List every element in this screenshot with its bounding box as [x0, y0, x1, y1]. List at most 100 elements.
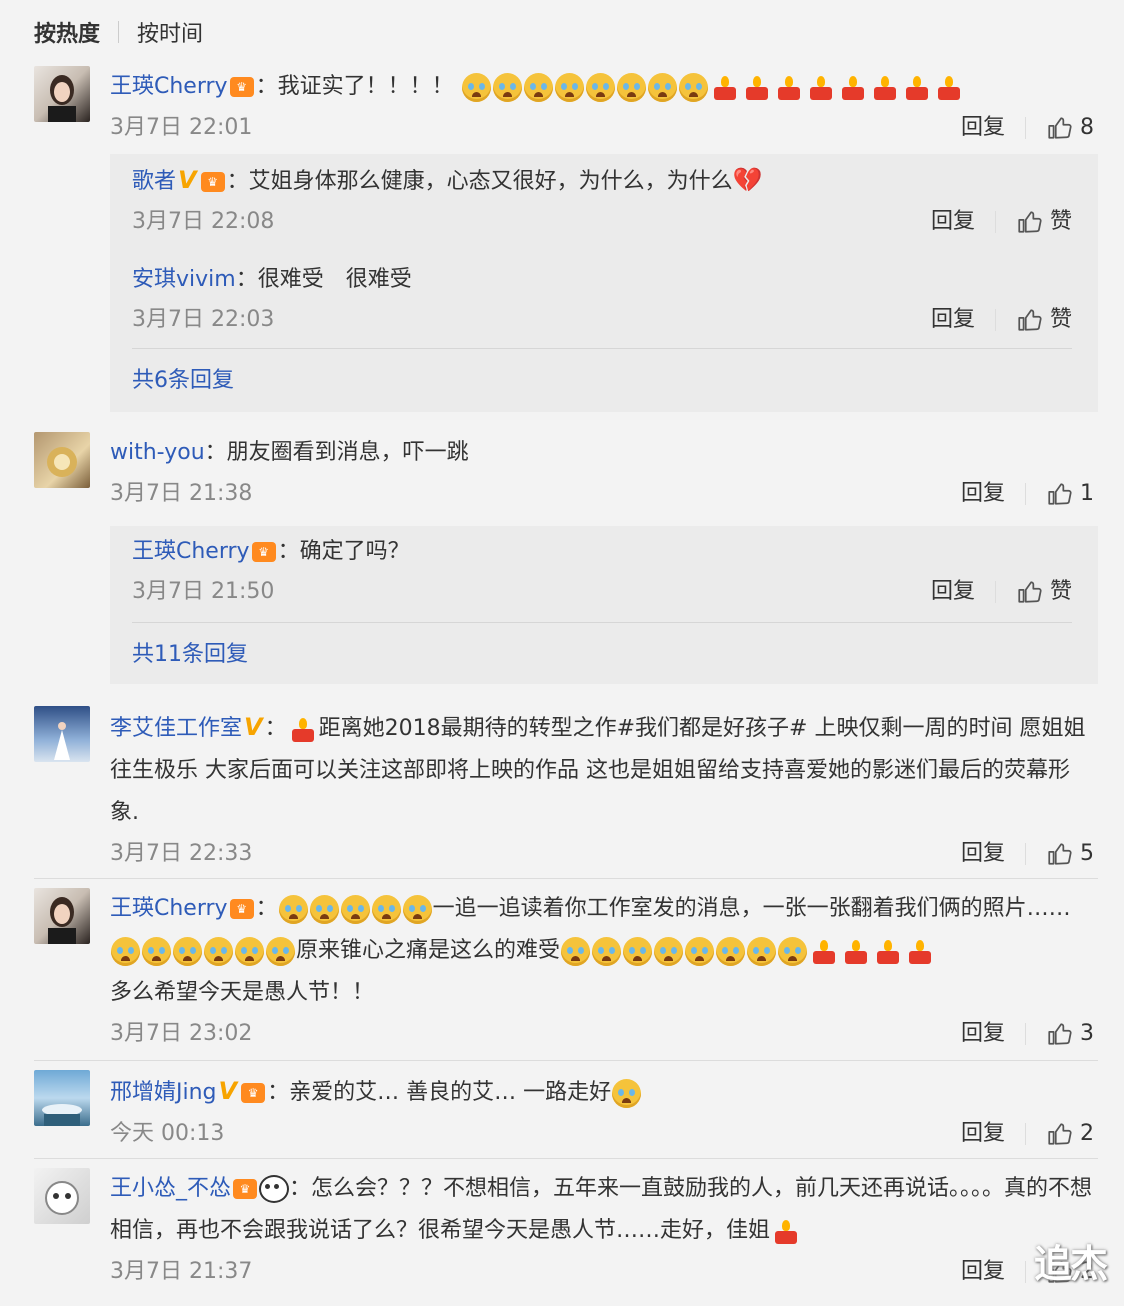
- username[interactable]: 邢增婧Jing: [110, 1080, 217, 1105]
- candle-icon: [903, 73, 931, 101]
- comment-content: ：怎么会？？？不想相信，五年来一直鼓励我的人，前几天还再说话。。。。真的不想相信…: [110, 1176, 1093, 1243]
- avatar[interactable]: [34, 432, 90, 488]
- like-button[interactable]: 2: [1046, 1114, 1094, 1154]
- like-button[interactable]: 1: [1046, 474, 1094, 514]
- crying-emoji-icon: [716, 936, 746, 966]
- thumbs-up-icon: [1048, 483, 1072, 505]
- username[interactable]: with-you: [110, 440, 205, 465]
- comment-actions: 回复 2: [961, 1114, 1094, 1154]
- comment-actions: 回复 8: [961, 108, 1094, 148]
- thumbs-up-icon: [1018, 211, 1042, 233]
- like-button[interactable]: 8: [1046, 108, 1094, 148]
- action-separator: [1025, 483, 1026, 505]
- action-separator: [1025, 117, 1026, 139]
- comment-divider: [34, 1158, 1098, 1159]
- timestamp: 今天 00:13: [110, 1121, 225, 1146]
- reply-button[interactable]: 回复: [961, 108, 1005, 148]
- username[interactable]: 李艾佳工作室: [110, 716, 242, 741]
- sort-bar: 按热度 按时间: [34, 14, 203, 50]
- timestamp: 3月7日 22:33: [110, 841, 253, 866]
- candle-icon: [289, 715, 317, 743]
- member-crown-icon: ♛: [233, 1179, 258, 1199]
- avatar[interactable]: [34, 66, 90, 122]
- username[interactable]: 王瑛Cherry: [110, 74, 228, 99]
- reply-button[interactable]: 回复: [961, 474, 1005, 514]
- comment-actions: 回复 5: [961, 834, 1094, 874]
- crying-emoji-icon: [612, 1078, 642, 1108]
- timestamp: 3月7日 22:03: [132, 307, 275, 332]
- reply-content: ：确定了吗？: [277, 539, 410, 564]
- timestamp: 3月7日 21:50: [132, 579, 275, 604]
- username[interactable]: 王瑛Cherry: [132, 539, 250, 564]
- comment-text: 王小怂_不怂 ♛ ：怎么会？？？不想相信，五年来一直鼓励我的人，前几天还再说话。。。…: [110, 1168, 1094, 1252]
- avatar[interactable]: [34, 706, 90, 762]
- comment-text: with-you：朋友圈看到消息，吓一跳: [110, 432, 1094, 474]
- sort-separator: [118, 21, 120, 43]
- crying-emoji-icon: [592, 936, 622, 966]
- verified-v-icon: V: [218, 1077, 238, 1105]
- reply-button[interactable]: 回复: [961, 1114, 1005, 1154]
- reply-text: 安琪vivim：很难受 很难受: [132, 260, 1072, 300]
- comment-text: 李艾佳工作室V： 距离她2018最期待的转型之作#我们都是好孩子# 上映仅剩一周的…: [110, 706, 1094, 834]
- action-separator: [994, 211, 996, 233]
- comment-content: ：朋友圈看到消息，吓一跳: [204, 440, 469, 465]
- timestamp: 3月7日 23:02: [110, 1021, 253, 1046]
- action-separator: [1025, 1123, 1026, 1145]
- broken-heart-icon: 💔: [732, 166, 763, 194]
- crying-emoji-icon: [554, 72, 584, 102]
- candle-icon: [871, 73, 899, 101]
- sort-by-time-tab[interactable]: 按时间: [137, 16, 203, 48]
- comment-text: 王瑛Cherry ♛：一追一追读着你工作室发的消息，一张一张翻着我们俩的照片……原…: [110, 894, 1071, 1005]
- thumbs-up-icon: [1018, 309, 1042, 331]
- timestamp: 3月7日 21:37: [110, 1259, 253, 1284]
- comment-actions: 回复 3: [961, 1014, 1094, 1054]
- candle-icon: [839, 73, 867, 101]
- reply-button[interactable]: 回复: [961, 1014, 1005, 1054]
- timestamp: 3月7日 22:08: [132, 209, 275, 234]
- like-button[interactable]: 赞: [1016, 202, 1072, 242]
- more-replies-link[interactable]: 共6条回复: [132, 362, 234, 394]
- crying-emoji-icon: [142, 936, 171, 966]
- reply-divider: [132, 622, 1072, 623]
- reply-button[interactable]: 回复: [961, 1252, 1005, 1292]
- avatar[interactable]: [34, 1070, 90, 1126]
- crying-emoji-icon: [685, 936, 715, 966]
- action-separator: [1025, 1261, 1026, 1283]
- like-button[interactable]: 5: [1046, 834, 1094, 874]
- crying-emoji-icon: [523, 72, 553, 102]
- comment-content-part1: 一追一追读着你工作室发的消息，一张一张翻着我们俩的照片……: [432, 896, 1071, 921]
- crying-emoji-icon: [340, 894, 370, 924]
- username[interactable]: 歌者: [132, 169, 176, 194]
- reply-content: ：很难受 很难受: [235, 267, 412, 292]
- like-count: 8: [1080, 115, 1094, 140]
- like-label: 赞: [1049, 579, 1072, 604]
- like-count: 3: [1080, 1021, 1094, 1046]
- comment-content: ：我证实了！！！！: [255, 74, 454, 99]
- like-button[interactable]: 赞: [1016, 572, 1072, 612]
- reply-button[interactable]: 回复: [931, 572, 975, 612]
- more-replies-link[interactable]: 共11条回复: [132, 636, 248, 668]
- comment-text: 邢增婧JingV ♛ ：亲爱的艾… 善良的艾… 一路走好: [110, 1070, 1094, 1114]
- crying-emoji-icon: [492, 72, 522, 102]
- action-separator: [994, 581, 996, 603]
- avatar[interactable]: [34, 1168, 90, 1224]
- thumbs-up-icon: [1048, 1123, 1072, 1145]
- reply-button[interactable]: 回复: [961, 834, 1005, 874]
- reply-button[interactable]: 回复: [931, 202, 975, 242]
- crying-emoji-icon: [778, 936, 808, 966]
- crying-emoji-icon: [111, 936, 140, 966]
- comment-item: 邢增婧JingV ♛ ：亲爱的艾… 善良的艾… 一路走好 今天 00:13 回复 2: [34, 1070, 1098, 1154]
- like-button[interactable]: 赞: [1016, 300, 1072, 340]
- member-crown-icon: ♛: [229, 899, 254, 919]
- sort-by-hot-tab[interactable]: 按热度: [34, 16, 100, 48]
- username[interactable]: 王小怂_不怂: [110, 1176, 231, 1201]
- username[interactable]: 王瑛Cherry: [110, 896, 228, 921]
- candle-icon: [935, 73, 963, 101]
- avatar[interactable]: [34, 888, 90, 944]
- like-button[interactable]: 3: [1046, 1014, 1094, 1054]
- reply-button[interactable]: 回复: [931, 300, 975, 340]
- member-crown-icon: ♛: [251, 542, 276, 562]
- crying-emoji-icon: [561, 936, 591, 966]
- like-count: 5: [1080, 841, 1094, 866]
- username[interactable]: 安琪vivim: [132, 267, 236, 292]
